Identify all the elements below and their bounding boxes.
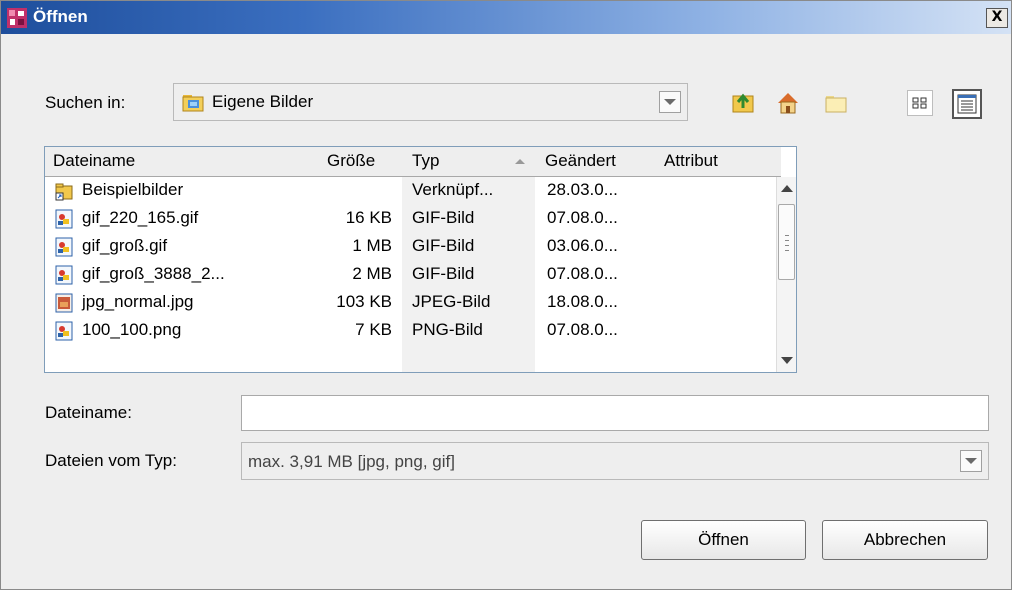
file-type: GIF-Bild (412, 264, 475, 283)
cancel-button[interactable]: Abbrechen (822, 520, 988, 560)
image-file-icon (55, 265, 73, 285)
grip-line (785, 240, 789, 241)
file-modified: 07.08.0... (547, 320, 618, 339)
column-header-name[interactable]: Dateiname (53, 151, 135, 171)
file-size: 1 MB (352, 236, 392, 255)
file-name: gif_220_165.gif (82, 208, 199, 227)
file-name: gif_groß_3888_2... (82, 264, 225, 283)
filename-label: Dateiname: (45, 403, 132, 422)
scroll-down-arrow[interactable] (781, 357, 793, 364)
new-folder-icon[interactable] (823, 90, 849, 116)
details-view-icon (957, 94, 977, 114)
grip-line (785, 250, 789, 251)
column-header-modified[interactable]: Geändert (545, 151, 616, 171)
filetype-combo[interactable]: max. 3,91 MB [jpg, png, gif] (241, 442, 989, 480)
look-in-label: Suchen in: (45, 93, 126, 112)
file-modified: 03.06.0... (547, 236, 618, 255)
image-file-icon (55, 321, 73, 341)
file-name: gif_groß.gif (82, 236, 168, 255)
window-title: Öffnen (33, 7, 88, 26)
file-list[interactable]: Dateiname Größe Typ Geändert Attribut Be… (44, 146, 797, 373)
file-row[interactable]: jpg_normal.jpg 103 KB JPEG-Bild 18.08.0.… (45, 289, 765, 317)
file-modified: 18.08.0... (547, 292, 618, 311)
scroll-up-arrow[interactable] (781, 185, 793, 192)
file-row[interactable]: gif_220_165.gif 16 KB GIF-Bild 07.08.0..… (45, 205, 765, 233)
open-dialog: Öffnen X Suchen in: Eigene Bilder Datein… (0, 0, 1012, 590)
file-size: 2 MB (352, 264, 392, 283)
file-modified: 07.08.0... (547, 264, 618, 283)
file-list-scrollbar[interactable] (776, 177, 796, 372)
file-row[interactable]: gif_groß.gif 1 MB GIF-Bild 03.06.0... (45, 233, 765, 261)
column-header-size[interactable]: Größe (327, 151, 375, 171)
grip-line (785, 245, 789, 246)
folder-link-icon (55, 183, 73, 201)
scrollbar-thumb[interactable] (778, 204, 795, 280)
title-bar[interactable]: Öffnen X (1, 1, 1011, 34)
file-name: 100_100.png (82, 320, 182, 339)
grip-line (785, 235, 789, 236)
file-size: 103 KB (336, 292, 392, 311)
list-view-button[interactable] (907, 90, 933, 116)
file-size: 7 KB (355, 320, 392, 339)
file-modified: 28.03.0... (547, 180, 618, 199)
up-folder-icon[interactable] (731, 90, 757, 116)
home-icon[interactable] (775, 90, 801, 116)
file-row[interactable]: 100_100.png 7 KB PNG-Bild 07.08.0... (45, 317, 765, 345)
file-modified: 07.08.0... (547, 208, 618, 227)
file-row[interactable]: Beispielbilder Verknüpf... 28.03.0... (45, 177, 765, 205)
image-file-icon (55, 209, 73, 229)
file-type: Verknüpf... (412, 180, 494, 199)
file-type: GIF-Bild (412, 208, 475, 227)
look-in-dropdown-arrow[interactable] (659, 91, 681, 113)
filetype-label: Dateien vom Typ: (45, 451, 177, 470)
file-row[interactable]: gif_groß_3888_2... 2 MB GIF-Bild 07.08.0… (45, 261, 765, 289)
file-type: PNG-Bild (412, 320, 483, 339)
file-name: jpg_normal.jpg (82, 292, 194, 311)
close-button[interactable]: X (986, 8, 1008, 28)
file-name: Beispielbilder (82, 180, 184, 199)
open-button[interactable]: Öffnen (641, 520, 806, 560)
details-view-button[interactable] (952, 89, 982, 119)
column-header-attributes[interactable]: Attribut (664, 151, 718, 171)
file-type: JPEG-Bild (412, 292, 491, 311)
look-in-combo[interactable]: Eigene Bilder (173, 83, 688, 121)
filename-input[interactable] (241, 395, 989, 431)
sort-ascending-icon (515, 159, 525, 164)
look-in-value: Eigene Bilder (212, 92, 314, 111)
file-size: 16 KB (345, 208, 392, 227)
filetype-dropdown-arrow[interactable] (960, 450, 982, 472)
jpeg-file-icon (55, 293, 73, 313)
list-view-icon (912, 97, 927, 109)
column-header-type[interactable]: Typ (412, 151, 439, 171)
folder-icon (182, 95, 204, 112)
filetype-value: max. 3,91 MB [jpg, png, gif] (248, 452, 455, 471)
file-list-header: Dateiname Größe Typ Geändert Attribut (45, 147, 781, 177)
app-icon (7, 8, 27, 28)
file-type: GIF-Bild (412, 236, 475, 255)
image-file-icon (55, 237, 73, 257)
